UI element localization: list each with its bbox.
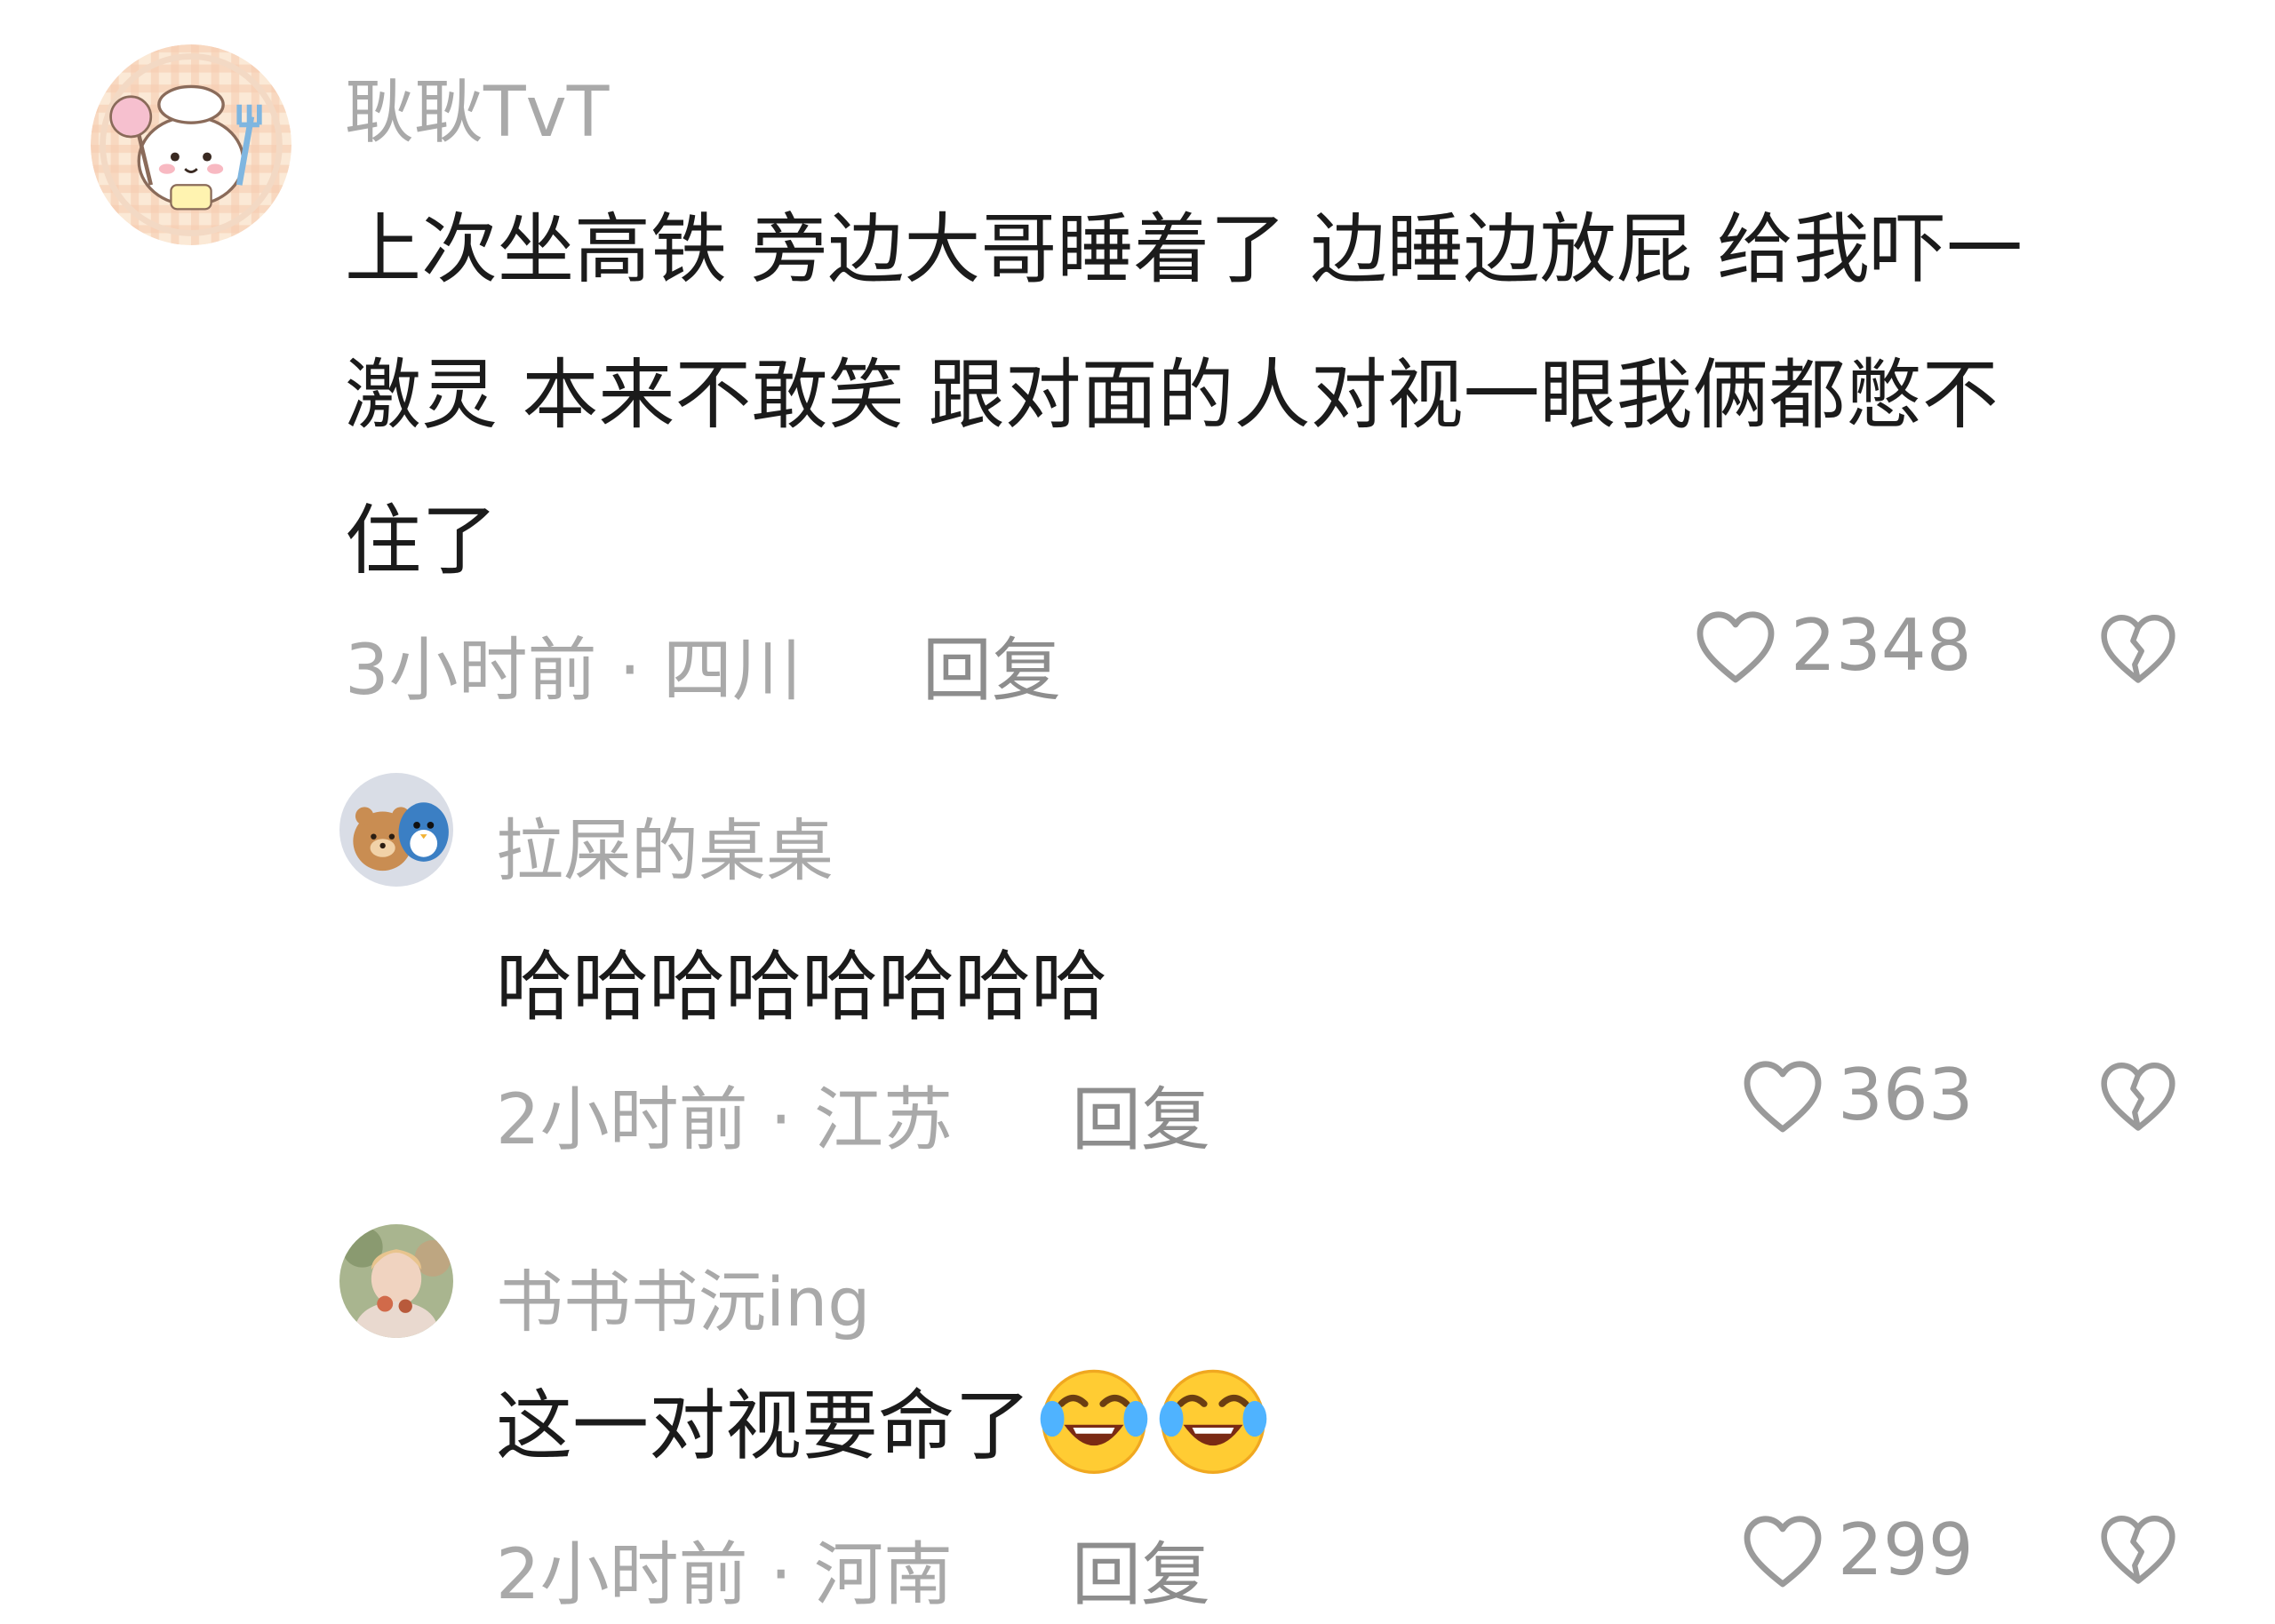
comment-meta: 2小时前 · 河南 [496, 1535, 954, 1615]
comment-text-line: 上次坐高铁 旁边大哥睡着了 边睡边放屁 给我吓一 [345, 205, 2024, 294]
comment-text: 这一对视要命了 [496, 1359, 1273, 1478]
laugh-cry-emoji-icon [1034, 1359, 1153, 1478]
user-avatar[interactable] [339, 1224, 453, 1338]
user-avatar[interactable] [91, 44, 291, 245]
like-count: 2348 [1791, 604, 1972, 687]
broken-heart-icon [2101, 615, 2175, 683]
reply-button[interactable]: 回复 [1072, 1064, 1210, 1164]
comment-meta: 3小时前 · 四川 [345, 631, 802, 711]
reply-button[interactable]: 回复 [922, 615, 1061, 714]
comment-meta: 2小时前 · 江苏 [496, 1080, 954, 1160]
comment-text-line: 住了 [345, 497, 498, 585]
user-avatar[interactable] [339, 773, 453, 887]
heart-outline-icon [1744, 1515, 1822, 1587]
comment-text-content: 这一对视要命了 [496, 1381, 1031, 1471]
bear-and-bird-avatar-icon [339, 773, 453, 887]
broken-heart-icon [2101, 1516, 2175, 1584]
username[interactable]: 拉屎的桌桌 [496, 796, 834, 894]
username[interactable]: 耿耿TvT [345, 57, 609, 156]
broken-heart-icon [2101, 1063, 2175, 1131]
like-count: 363 [1838, 1054, 1974, 1136]
chef-bunny-avatar-icon [91, 44, 291, 245]
like-button[interactable]: 363 [1740, 1054, 1974, 1136]
dislike-button[interactable] [2097, 1510, 2179, 1587]
comment-text-line: 激灵 本来不敢笑 跟对面的人对视一眼我俩都憋不 [345, 351, 1999, 440]
like-button[interactable]: 2348 [1693, 604, 1972, 687]
heart-outline-icon [1744, 1060, 1822, 1132]
like-button[interactable]: 299 [1740, 1509, 1974, 1591]
photo-avatar-icon [339, 1224, 453, 1338]
comment-text: 哈哈哈哈哈哈哈哈 [496, 943, 1107, 1031]
dislike-button[interactable] [2097, 1057, 2179, 1134]
heart-outline-icon [1696, 610, 1775, 682]
like-count: 299 [1838, 1509, 1974, 1591]
reply-button[interactable]: 回复 [1072, 1519, 1210, 1619]
laugh-cry-emoji-icon [1153, 1359, 1273, 1478]
username[interactable]: 书书书沅ing [496, 1247, 871, 1345]
dislike-button[interactable] [2097, 609, 2179, 686]
